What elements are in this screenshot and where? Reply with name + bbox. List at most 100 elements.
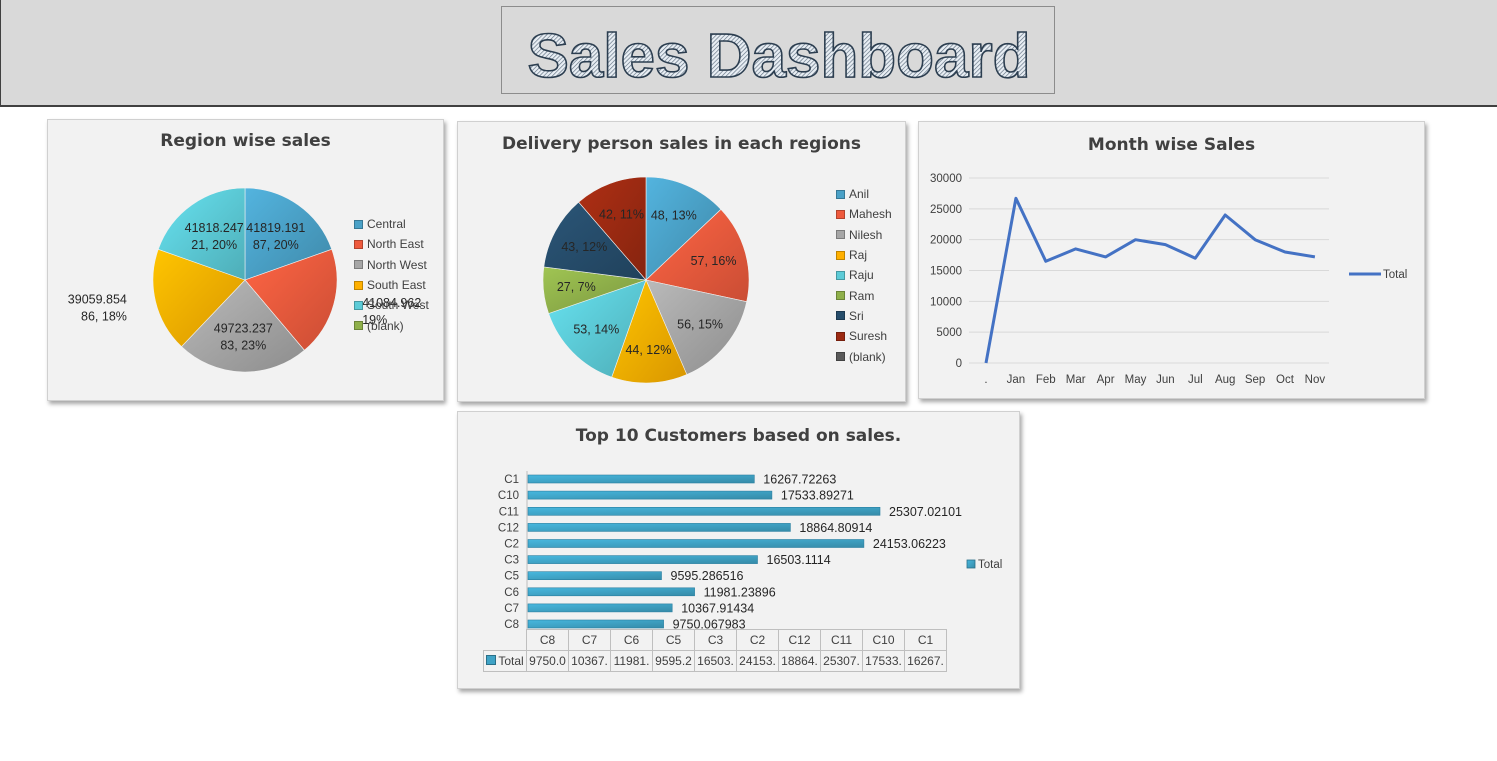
region-legend-swatch xyxy=(354,219,363,229)
region-legend-item: Central xyxy=(354,214,429,234)
delivery-legend-label: (blank) xyxy=(849,349,886,364)
dashboard-title-text: Sales Dashboard xyxy=(527,22,1030,91)
month-y-tick-label: 0 xyxy=(956,358,962,370)
region-legend-label: North West xyxy=(367,257,427,272)
delivery-legend-swatch xyxy=(836,352,845,362)
dashboard-title: Sales Dashboard Sales Dashboard xyxy=(527,21,1032,92)
data-table-value-cell: 9595.2 xyxy=(652,650,695,672)
delivery-legend-item: Nilesh xyxy=(836,225,892,245)
month-y-tick-label: 15000 xyxy=(930,266,962,278)
data-table-header-cell: C5 xyxy=(652,629,695,651)
delivery-data-label: 43, 12% xyxy=(561,240,607,254)
delivery-legend-label: Ram xyxy=(849,288,875,303)
customer-category-label: C2 xyxy=(504,538,519,550)
month-x-tick-label: Jun xyxy=(1156,374,1175,386)
delivery-legend-swatch xyxy=(836,209,845,219)
customer-value-label: 18864.80914 xyxy=(799,521,872,535)
delivery-data-label: 48, 13% xyxy=(651,209,697,223)
region-legend-item: North West xyxy=(354,255,429,275)
dashboard-title-box: Sales Dashboard Sales Dashboard xyxy=(501,6,1055,94)
region-legend-label: (blank) xyxy=(367,318,404,333)
delivery-legend-item: Mahesh xyxy=(836,204,892,224)
data-table-header-row: C8 C7 C6 C5 C3 C2 C12 C11 C10 C1 xyxy=(484,629,947,651)
data-table-header-cell: C12 xyxy=(778,629,821,651)
region-data-label: 86, 18% xyxy=(81,310,127,324)
delivery-legend-swatch xyxy=(836,311,845,321)
delivery-legend-swatch xyxy=(836,331,845,341)
customer-value-label: 25307.02101 xyxy=(889,505,962,519)
data-table-header-cell: C8 xyxy=(526,629,569,651)
region-data-label: 87, 20% xyxy=(253,238,299,252)
month-x-tick-label: Jan xyxy=(1007,374,1026,386)
month-x-tick-label: Sep xyxy=(1245,374,1265,386)
data-table-value-cell: 11981. xyxy=(610,650,653,672)
data-table-header-cell: C7 xyxy=(568,629,611,651)
region-legend-item: South West xyxy=(354,295,429,315)
delivery-legend-swatch xyxy=(836,291,845,301)
region-data-label: 83, 23% xyxy=(220,339,266,353)
delivery-data-label: 56, 15% xyxy=(677,318,723,332)
delivery-legend-swatch xyxy=(836,250,845,260)
customer-category-label: C5 xyxy=(504,571,519,583)
data-table-value-cell: 16267. xyxy=(904,650,947,672)
customer-value-label: 9595.286516 xyxy=(671,569,744,583)
region-legend-swatch xyxy=(354,260,363,270)
delivery-legend-label: Suresh xyxy=(849,329,888,344)
region-legend-label: Central xyxy=(367,217,406,232)
delivery-legend-swatch xyxy=(836,189,845,199)
delivery-data-label: 27, 7% xyxy=(557,280,596,294)
region-data-label: 21, 20% xyxy=(191,238,237,252)
customer-value-label: 17533.89271 xyxy=(781,489,854,503)
region-data-label: 39059.854 xyxy=(68,293,127,307)
delivery-legend-item: (blank) xyxy=(836,346,892,366)
month-y-tick-label: 20000 xyxy=(930,235,962,247)
month-sales-panel: Month wise Sales 30000 25000 20000 15000 100… xyxy=(918,121,1425,399)
data-table-value-cell: 18864. xyxy=(778,650,821,672)
customer-bar xyxy=(527,474,755,484)
delivery-legend-swatch xyxy=(836,230,845,240)
delivery-sales-panel: Delivery person sales in each regions 48… xyxy=(457,121,906,402)
region-legend-swatch xyxy=(354,280,363,290)
delivery-legend-label: Raju xyxy=(849,268,874,283)
customer-bar xyxy=(527,490,773,500)
customer-category-label: C3 xyxy=(504,555,519,567)
region-legend-swatch xyxy=(354,300,363,310)
data-table-corner xyxy=(484,630,527,651)
delivery-legend-item: Sri xyxy=(836,306,892,326)
region-legend-label: South West xyxy=(367,298,429,313)
region-legend-swatch xyxy=(354,239,363,249)
month-y-tick-label: 10000 xyxy=(930,296,962,308)
delivery-legend-label: Mahesh xyxy=(849,207,892,222)
data-table-row-label-text: Total xyxy=(498,654,524,668)
month-legend-label: Total xyxy=(1383,269,1407,281)
month-x-tick-label: May xyxy=(1125,374,1147,386)
customer-value-label: 16267.72263 xyxy=(763,473,836,487)
month-x-tick-label: Apr xyxy=(1097,374,1115,386)
delivery-legend-item: Suresh xyxy=(836,326,892,346)
delivery-legend-item: Raju xyxy=(836,265,892,285)
delivery-legend-label: Raj xyxy=(849,248,868,263)
customer-legend-swatch xyxy=(966,559,976,569)
month-y-tick-label: 25000 xyxy=(930,204,962,216)
customer-category-label: C6 xyxy=(504,587,519,599)
customer-bar xyxy=(527,603,673,613)
customer-value-label: 16503.1114 xyxy=(767,553,831,567)
region-sales-panel: Region wise sales 41819.191 87, 20% 41084.… xyxy=(47,119,444,401)
region-legend-item: North East xyxy=(354,234,429,254)
customer-bar xyxy=(527,555,758,564)
customer-category-label: C10 xyxy=(498,490,519,502)
region-legend-swatch xyxy=(354,321,363,331)
customer-bar xyxy=(527,571,662,580)
region-legend-item: (blank) xyxy=(354,315,429,335)
data-table-row-label: Total xyxy=(483,650,527,672)
delivery-legend-item: Raj xyxy=(836,245,892,265)
customer-legend-label: Total xyxy=(978,559,1002,571)
data-table-value-cell: 10367. xyxy=(568,650,611,672)
delivery-legend-label: Anil xyxy=(849,187,870,202)
customer-bar xyxy=(527,619,664,629)
customer-category-label: C1 xyxy=(504,474,519,486)
customer-value-label: 11981.23896 xyxy=(704,585,776,599)
delivery-data-label: 57, 16% xyxy=(691,254,737,268)
delivery-data-label: 53, 14% xyxy=(573,322,619,336)
delivery-legend-label: Sri xyxy=(849,308,864,323)
